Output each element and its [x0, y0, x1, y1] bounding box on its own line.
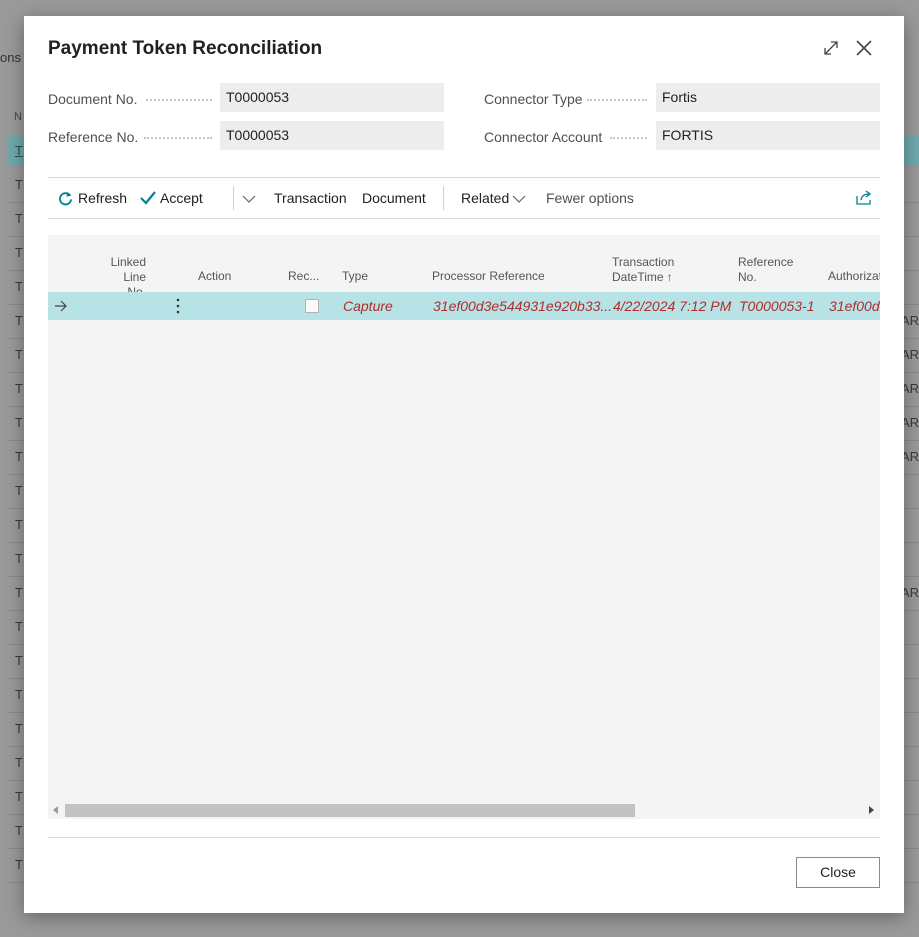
refresh-icon	[59, 191, 73, 206]
chevron-down-icon[interactable]	[512, 195, 526, 203]
cell-transaction-datetime[interactable]: 4/22/2024 7:12 PM	[613, 298, 731, 314]
background-row-label: T	[15, 279, 23, 294]
header-reference-no[interactable]: Reference No.	[738, 255, 793, 285]
footer-divider	[48, 837, 880, 838]
background-row-label: T	[15, 517, 23, 532]
connector-type-dots	[587, 98, 647, 101]
cell-type[interactable]: Capture	[343, 298, 393, 314]
background-row-label: T	[15, 483, 23, 498]
document-no-label: Document No.	[48, 91, 138, 107]
reference-no-dots	[144, 136, 212, 139]
background-row-label: T	[15, 721, 23, 736]
scrollbar-thumb[interactable]	[65, 804, 635, 817]
background-row-label: T	[15, 551, 23, 566]
header-type[interactable]: Type	[342, 269, 368, 284]
header-processor-reference[interactable]: Processor Reference	[432, 269, 545, 284]
reference-no-label: Reference No.	[48, 129, 139, 145]
background-row-label: T	[15, 415, 23, 430]
background-row-label: T	[15, 789, 23, 804]
reconciliation-grid: Linked Line No. Action Rec... Type Proce…	[48, 235, 880, 819]
toolbar-separator	[443, 186, 444, 210]
transaction-button[interactable]: Transaction	[274, 178, 347, 218]
close-button[interactable]: Close	[796, 857, 880, 888]
scroll-left-icon[interactable]	[53, 806, 59, 814]
background-row-label: T	[15, 381, 23, 396]
reconciled-checkbox[interactable]	[305, 299, 319, 313]
action-toolbar: Refresh Accept Transaction Document Rela…	[48, 177, 880, 219]
background-row-label: T	[15, 585, 23, 600]
refresh-button[interactable]: Refresh	[78, 178, 127, 218]
checkmark-icon	[140, 191, 156, 205]
table-row[interactable]: Capture 31ef00d3e544931e920b33... 4/22/2…	[48, 292, 880, 320]
background-row-label: T	[15, 211, 23, 226]
background-row-label: T	[15, 823, 23, 838]
payment-token-reconciliation-dialog: Payment Token Reconciliation Document No…	[24, 16, 904, 913]
header-reference-no-line1: Reference	[738, 255, 794, 269]
background-row-label: T	[15, 619, 23, 634]
header-action[interactable]: Action	[198, 269, 231, 284]
connector-account-label: Connector Account	[484, 129, 603, 145]
background-row-label: T	[15, 245, 23, 260]
fewer-options-button[interactable]: Fewer options	[546, 178, 634, 218]
header-rec[interactable]: Rec...	[288, 269, 319, 284]
header-linked-line-no-line1: Linked Line	[110, 255, 146, 284]
reference-no-field[interactable]: T0000053	[220, 121, 444, 150]
arrow-right-icon	[55, 300, 67, 312]
background-column-header: N	[14, 111, 22, 123]
header-authorization[interactable]: Authorizat	[828, 269, 880, 284]
background-row-label: T	[15, 449, 23, 464]
cell-reference-no[interactable]: T0000053-1	[739, 298, 815, 314]
document-button[interactable]: Document	[362, 178, 426, 218]
sort-ascending-icon: ↑	[666, 270, 673, 284]
header-transaction-datetime-line1: Transaction	[612, 255, 675, 269]
scroll-right-icon[interactable]	[869, 806, 875, 814]
more-options-icon[interactable]	[175, 298, 181, 314]
horizontal-scrollbar[interactable]	[48, 802, 880, 818]
share-icon[interactable]	[856, 190, 872, 205]
background-row-label: T	[15, 177, 23, 192]
background-row-label: T	[15, 857, 23, 872]
header-transaction-datetime-line2: DateTime	[612, 270, 664, 284]
document-no-field[interactable]: T0000053	[220, 83, 444, 112]
header-transaction-datetime[interactable]: Transaction DateTime ↑	[612, 255, 674, 285]
connector-type-field[interactable]: Fortis	[656, 83, 880, 112]
dialog-title: Payment Token Reconciliation	[48, 38, 323, 59]
background-row-label: T	[15, 755, 23, 770]
background-selected-label: T	[15, 143, 23, 158]
connector-account-dots	[610, 136, 647, 139]
cell-processor-reference[interactable]: 31ef00d3e544931e920b33...	[433, 298, 612, 314]
background-row-label: T	[15, 313, 23, 328]
connector-type-label: Connector Type	[484, 91, 583, 107]
connector-account-field[interactable]: FORTIS	[656, 121, 880, 150]
close-icon[interactable]	[854, 38, 874, 58]
accept-button[interactable]: Accept	[160, 178, 203, 218]
expand-icon[interactable]	[821, 38, 841, 58]
background-actions-label: ons	[0, 50, 21, 65]
related-button[interactable]: Related	[461, 178, 509, 218]
background-row-label: T	[15, 687, 23, 702]
toolbar-separator	[233, 186, 234, 210]
cell-authorization[interactable]: 31ef00d...	[829, 298, 880, 314]
header-reference-no-line2: No.	[738, 270, 757, 284]
document-no-dots	[146, 98, 212, 101]
background-row-label: T	[15, 347, 23, 362]
chevron-down-icon[interactable]	[242, 195, 256, 203]
background-row-label: T	[15, 653, 23, 668]
